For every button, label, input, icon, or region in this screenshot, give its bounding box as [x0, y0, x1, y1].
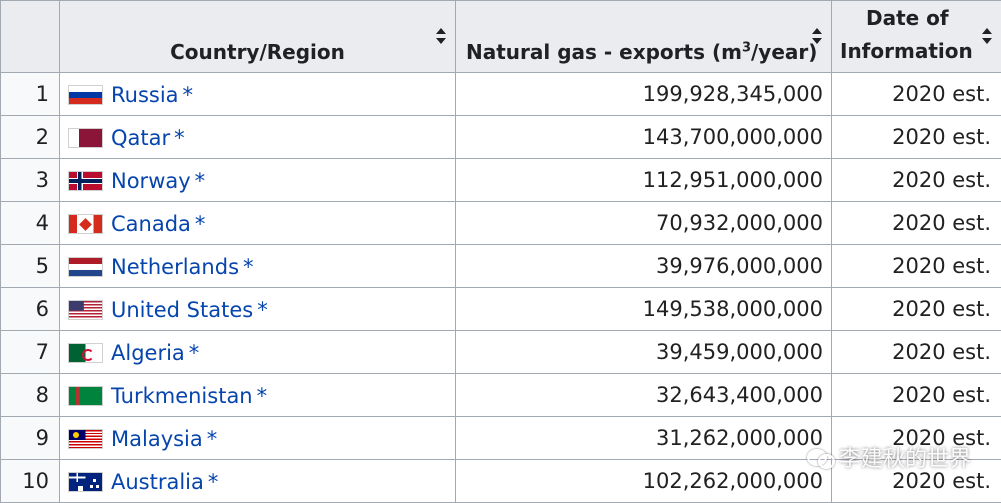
header-rank — [1, 1, 60, 73]
exports-cell: 70,932,000,000 — [456, 202, 832, 245]
exports-cell: 39,459,000,000 — [456, 331, 832, 374]
header-date[interactable]: Date of Information — [832, 1, 1001, 73]
country-link[interactable]: Algeria — [111, 341, 185, 365]
country-cell: Algeria* — [60, 331, 456, 374]
country-cell: Turkmenistan* — [60, 374, 456, 417]
country-link[interactable]: Malaysia — [111, 427, 203, 451]
country-cell: Netherlands* — [60, 245, 456, 288]
country-link[interactable]: United States — [111, 298, 253, 322]
date-cell: 2020 est. — [832, 159, 1001, 202]
qatar-flag-icon — [68, 128, 103, 148]
country-note-marker[interactable]: * — [207, 427, 218, 451]
gas-exports-table: Country/Region Natural gas - exports (m3… — [0, 0, 1001, 503]
header-date-line1: Date of — [840, 2, 1001, 35]
table-row: 3Norway*112,951,000,0002020 est. — [1, 159, 1001, 202]
rank-cell: 6 — [1, 288, 60, 331]
us-flag-icon — [68, 300, 103, 320]
date-cell: 2020 est. — [832, 202, 1001, 245]
country-cell: Australia* — [60, 460, 456, 503]
header-date-line2: Information — [840, 35, 1001, 68]
header-country-label: Country/Region — [170, 40, 345, 64]
country-cell: Canada* — [60, 202, 456, 245]
rank-cell: 5 — [1, 245, 60, 288]
country-cell: United States* — [60, 288, 456, 331]
exports-cell: 149,538,000,000 — [456, 288, 832, 331]
sort-icon[interactable] — [436, 28, 446, 44]
country-link[interactable]: Netherlands — [111, 255, 239, 279]
date-cell: 2020 est. — [832, 417, 1001, 460]
country-note-marker[interactable]: * — [195, 212, 206, 236]
russia-flag-icon — [68, 85, 103, 105]
country-cell: Qatar* — [60, 116, 456, 159]
canada-flag-icon — [68, 214, 103, 234]
exports-cell: 112,951,000,000 — [456, 159, 832, 202]
table-row: 10Australia*102,262,000,0002020 est. — [1, 460, 1001, 503]
netherlands-flag-icon — [68, 257, 103, 277]
country-link[interactable]: Qatar — [111, 126, 170, 150]
country-note-marker[interactable]: * — [183, 83, 194, 107]
exports-cell: 39,976,000,000 — [456, 245, 832, 288]
sort-icon[interactable] — [982, 28, 992, 44]
country-note-marker[interactable]: * — [257, 298, 268, 322]
exports-cell: 32,643,400,000 — [456, 374, 832, 417]
country-note-marker[interactable]: * — [243, 255, 254, 279]
header-exports-sup: 3 — [742, 40, 751, 55]
rank-cell: 8 — [1, 374, 60, 417]
country-link[interactable]: Turkmenistan — [111, 384, 253, 408]
country-note-marker[interactable]: * — [189, 341, 200, 365]
table-row: 8Turkmenistan*32,643,400,0002020 est. — [1, 374, 1001, 417]
country-cell: Norway* — [60, 159, 456, 202]
date-cell: 2020 est. — [832, 374, 1001, 417]
country-note-marker[interactable]: * — [174, 126, 185, 150]
exports-cell: 102,262,000,000 — [456, 460, 832, 503]
date-cell: 2020 est. — [832, 116, 1001, 159]
country-link[interactable]: Russia — [111, 83, 179, 107]
rank-cell: 9 — [1, 417, 60, 460]
date-cell: 2020 est. — [832, 331, 1001, 374]
australia-flag-icon — [68, 472, 103, 492]
exports-cell: 31,262,000,000 — [456, 417, 832, 460]
header-exports-prefix: Natural gas - exports (m — [466, 40, 742, 64]
norway-flag-icon — [68, 171, 103, 191]
table-row: 9Malaysia*31,262,000,0002020 est. — [1, 417, 1001, 460]
exports-cell: 199,928,345,000 — [456, 73, 832, 116]
table-row: 2Qatar*143,700,000,0002020 est. — [1, 116, 1001, 159]
country-link[interactable]: Australia — [111, 470, 204, 494]
country-link[interactable]: Norway — [111, 169, 191, 193]
header-exports[interactable]: Natural gas - exports (m3/year) — [456, 1, 832, 73]
table-row: 1Russia*199,928,345,0002020 est. — [1, 73, 1001, 116]
rank-cell: 2 — [1, 116, 60, 159]
country-link[interactable]: Canada — [111, 212, 191, 236]
table-header-row: Country/Region Natural gas - exports (m3… — [1, 1, 1001, 73]
date-cell: 2020 est. — [832, 245, 1001, 288]
malaysia-flag-icon — [68, 429, 103, 449]
rank-cell: 3 — [1, 159, 60, 202]
table-row: 5Netherlands*39,976,000,0002020 est. — [1, 245, 1001, 288]
header-country[interactable]: Country/Region — [60, 1, 456, 73]
turkmenistan-flag-icon — [68, 386, 103, 406]
rank-cell: 4 — [1, 202, 60, 245]
algeria-flag-icon — [68, 343, 103, 363]
country-cell: Russia* — [60, 73, 456, 116]
country-note-marker[interactable]: * — [257, 384, 268, 408]
table-row: 6United States*149,538,000,0002020 est. — [1, 288, 1001, 331]
date-cell: 2020 est. — [832, 288, 1001, 331]
exports-cell: 143,700,000,000 — [456, 116, 832, 159]
sort-icon[interactable] — [812, 28, 822, 44]
date-cell: 2020 est. — [832, 73, 1001, 116]
header-exports-suffix: /year) — [751, 40, 817, 64]
table-row: 7Algeria*39,459,000,0002020 est. — [1, 331, 1001, 374]
rank-cell: 7 — [1, 331, 60, 374]
table-row: 4Canada*70,932,000,0002020 est. — [1, 202, 1001, 245]
rank-cell: 1 — [1, 73, 60, 116]
country-note-marker[interactable]: * — [195, 169, 206, 193]
date-cell: 2020 est. — [832, 460, 1001, 503]
rank-cell: 10 — [1, 460, 60, 503]
country-cell: Malaysia* — [60, 417, 456, 460]
country-note-marker[interactable]: * — [208, 470, 219, 494]
